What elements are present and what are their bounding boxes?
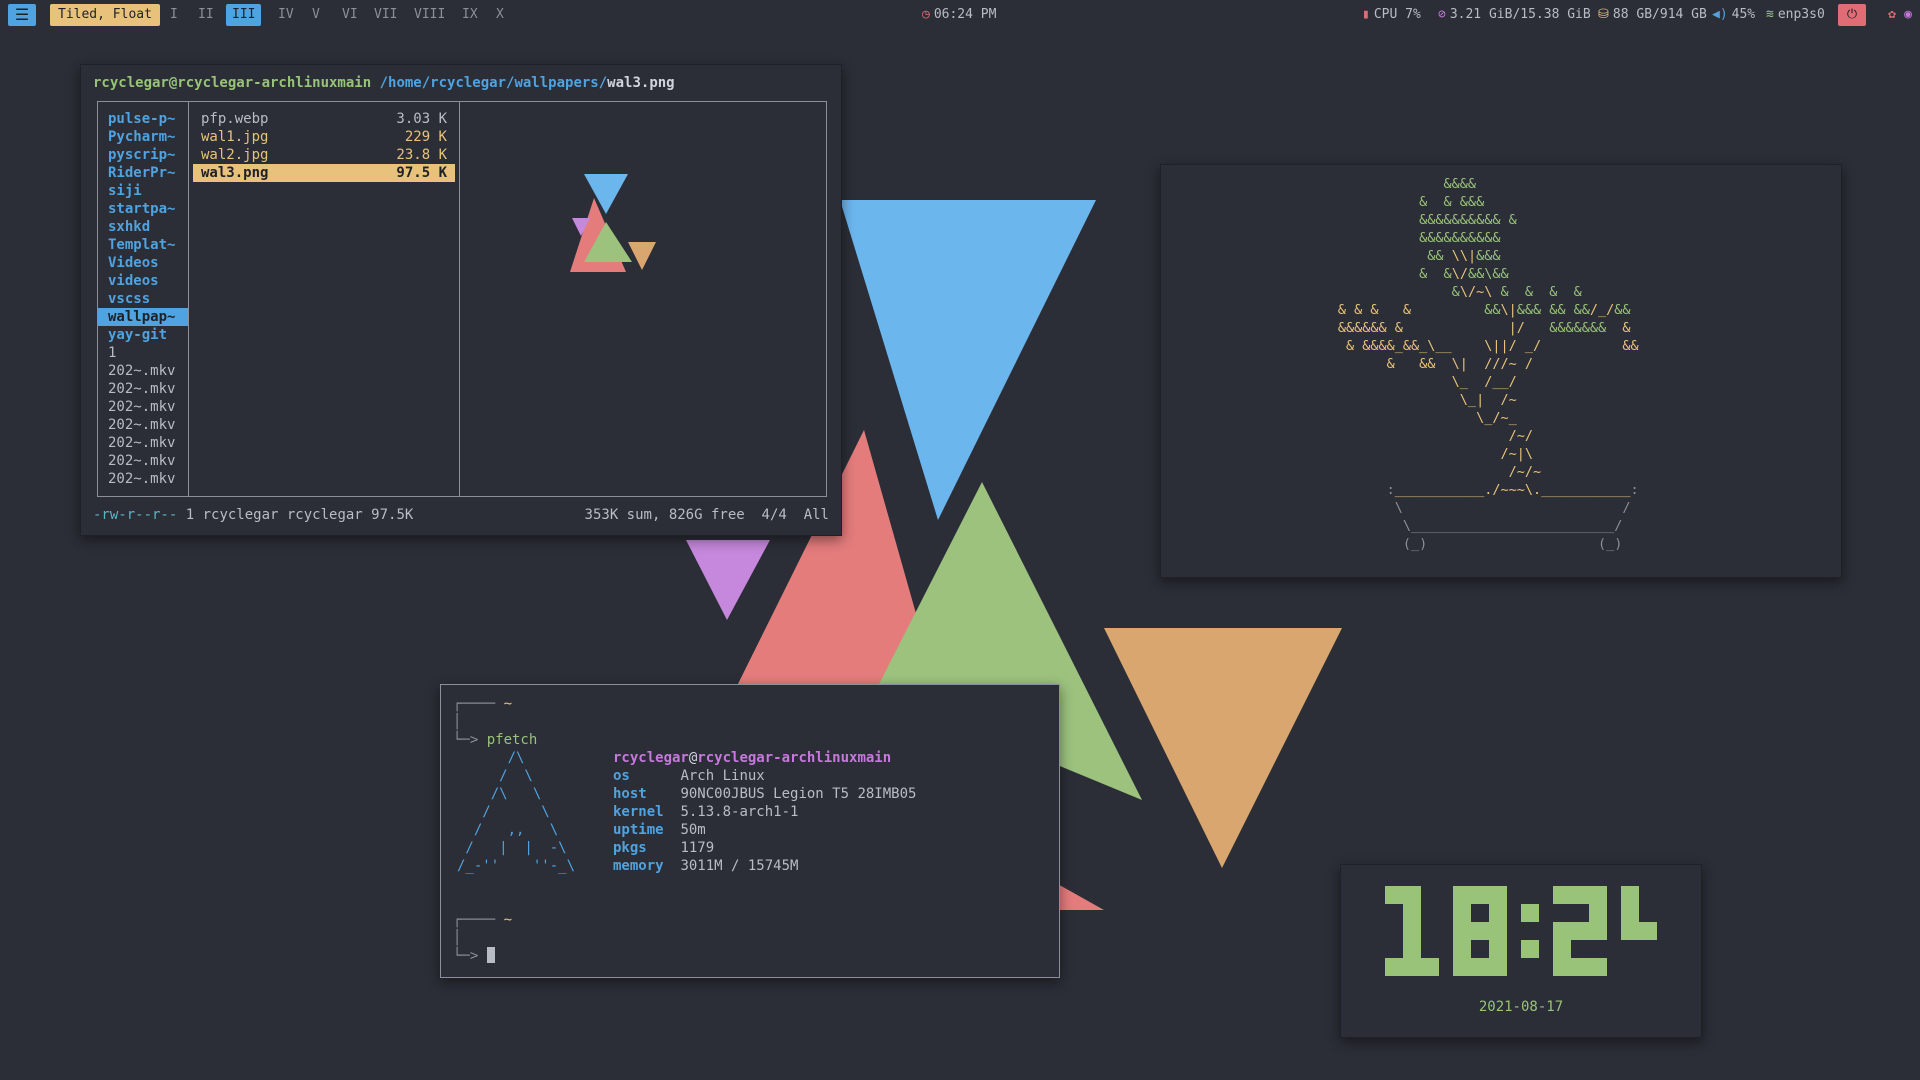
workspace-10[interactable]: X — [490, 4, 510, 26]
file-manager-window[interactable]: rcyclegar@rcyclegar-archlinuxmain /home/… — [80, 64, 842, 536]
parent-list-item[interactable]: pyscrip~ — [98, 146, 188, 164]
prompt-bottom[interactable]: ┌──── ~ │ └─> — [453, 911, 512, 965]
parent-list-item[interactable]: pulse-p~ — [98, 110, 188, 128]
memory-usage: 3.21 GiB/15.38 GiB — [1449, 7, 1591, 22]
file-permissions: -rw-r--r-- — [93, 507, 178, 523]
disk-usage: 88 GB/914 GB — [1612, 7, 1707, 22]
triangle-purple — [686, 540, 770, 620]
parent-list-item[interactable]: 202~.mkv — [98, 470, 188, 488]
cpu-module: ▮ CPU 7% — [1362, 4, 1421, 26]
parent-list-item[interactable]: 202~.mkv — [98, 434, 188, 452]
parent-list-item[interactable]: 202~.mkv — [98, 416, 188, 434]
clock-time — [1341, 883, 1701, 983]
cpu-icon: ▮ — [1362, 7, 1370, 22]
memory-module: ⊘ 3.21 GiB/15.38 GiB — [1438, 4, 1591, 26]
network-interface: enp3s0 — [1777, 7, 1825, 22]
triangle-blue — [840, 200, 1096, 520]
volume-module[interactable]: ◀) 45% — [1712, 4, 1755, 26]
bar-clock[interactable]: ◷ 06:24 PM — [922, 4, 996, 26]
parent-list-item[interactable]: startpa~ — [98, 200, 188, 218]
workspace-1[interactable]: I — [164, 4, 184, 26]
file-position: 4/4 — [761, 507, 787, 523]
bar-time: 06:24 PM — [933, 7, 997, 22]
clock-widget: 2021-08-17 — [1340, 864, 1702, 1038]
tray-app-icon[interactable]: ✿ — [1888, 4, 1896, 26]
clock-icon: ◷ — [922, 7, 930, 22]
parent-list-item[interactable]: videos — [98, 272, 188, 290]
parent-list-item[interactable]: Pycharm~ — [98, 128, 188, 146]
workspace-4[interactable]: IV — [272, 4, 300, 26]
image-preview — [460, 102, 826, 496]
triangle-orange — [1104, 628, 1342, 868]
terminal-window[interactable]: ┌──── ~ │ └─> pfetch /\ / \ /\ \ / \ / ,… — [440, 684, 1060, 978]
disk-icon: ⛁ — [1598, 7, 1609, 22]
current-path: /home/rcyclegar/wallpapers/ — [379, 75, 608, 91]
disk-summary: 353K sum, 826G free — [584, 507, 745, 523]
volume-icon: ◀) — [1712, 7, 1728, 22]
file-row-selected[interactable]: wal3.png 97.5 K — [193, 164, 455, 182]
discord-icon[interactable]: ◉ — [1904, 4, 1912, 26]
clock-digit — [1553, 886, 1607, 976]
command-text: pfetch — [486, 732, 538, 748]
parent-list-item[interactable]: 202~.mkv — [98, 452, 188, 470]
file-owner-info: 1 rcyclegar rcyclegar 97.5K — [185, 507, 414, 523]
parent-list-item[interactable]: vscss — [98, 290, 188, 308]
workspace-9[interactable]: IX — [456, 4, 484, 26]
parent-list-item[interactable]: 202~.mkv — [98, 362, 188, 380]
workspace-7[interactable]: VII — [368, 4, 403, 26]
wallpaper-preview-thumbnail — [570, 174, 656, 272]
parent-list-item[interactable]: Templat~ — [98, 236, 188, 254]
clock-digit — [1453, 886, 1507, 976]
parent-list-item[interactable]: siji — [98, 182, 188, 200]
parent-list-item[interactable]: Videos — [98, 254, 188, 272]
volume-level: 45% — [1731, 7, 1756, 22]
file-list[interactable]: pfp.webp 3.03 K wal1.jpg 229 K wal2.jpg 23.… — [189, 102, 460, 496]
file-manager-status: -rw-r--r-- 1 rcyclegar rcyclegar 97.5K 3… — [93, 507, 829, 523]
cpu-usage: CPU 7% — [1373, 7, 1421, 22]
pfetch-info: rcyclegar@rcyclegar-archlinuxmain os Arc… — [613, 750, 917, 874]
file-row[interactable]: wal1.jpg 229 K — [193, 128, 455, 146]
prompt-top: ┌──── ~ │ └─> pfetch — [453, 696, 538, 748]
parent-list-item[interactable]: 202~.mkv — [98, 380, 188, 398]
wifi-icon: ≋ — [1766, 7, 1774, 22]
power-icon[interactable]: ⏻ — [1838, 4, 1866, 26]
disk-module: ⛁ 88 GB/914 GB — [1598, 4, 1707, 26]
arch-logo-ascii: /\ / \ /\ \ / \ / ,, \ / | | -\ /_-'' ''… — [457, 750, 576, 874]
user-host: rcyclegar@rcyclegar-archlinuxmain — [93, 75, 372, 91]
memory-icon: ⊘ — [1438, 7, 1446, 22]
clock-digit — [1621, 886, 1675, 976]
parent-list-item[interactable]: 1 — [98, 344, 188, 362]
current-file: wal3.png — [607, 75, 675, 91]
file-columns: pulse-p~ Pycharm~ pyscrip~ RiderPr~ siji star… — [97, 101, 827, 497]
bonsai-window[interactable]: &&&& & & &&& &&&&&&&&&& & &&&&&&&&&& && … — [1160, 164, 1842, 578]
parent-list-item[interactable]: RiderPr~ — [98, 164, 188, 182]
clock-colon — [1521, 904, 1539, 958]
menu-icon[interactable]: ☰ — [8, 4, 36, 26]
workspace-3[interactable]: III — [226, 4, 262, 26]
workspace-6[interactable]: VI — [336, 4, 364, 26]
file-row[interactable]: wal2.jpg 23.8 K — [193, 146, 455, 164]
parent-list-item[interactable]: wallpap~ — [98, 308, 188, 326]
bonsai-ascii-art: &&&& & & &&& &&&&&&&&&& & &&&&&&&&&& && … — [1281, 176, 1639, 552]
file-manager-title: rcyclegar@rcyclegar-archlinuxmain /home/… — [93, 75, 675, 91]
parent-list-item[interactable]: sxhkd — [98, 218, 188, 236]
clock-date: 2021-08-17 — [1478, 999, 1564, 1015]
workspace-8[interactable]: VIII — [408, 4, 451, 26]
clock-digit — [1385, 886, 1439, 976]
workspace-2[interactable]: II — [192, 4, 220, 26]
scroll-scope: All — [803, 507, 829, 523]
parent-directory-list[interactable]: pulse-p~ Pycharm~ pyscrip~ RiderPr~ siji star… — [98, 102, 189, 496]
file-row[interactable]: pfp.webp 3.03 K — [193, 110, 455, 128]
terminal-cursor — [486, 947, 495, 963]
workspace-5[interactable]: V — [306, 4, 326, 26]
layout-indicator[interactable]: Tiled, Float — [50, 4, 160, 26]
parent-list-item[interactable]: yay-git — [98, 326, 188, 344]
top-bar: ☰ Tiled, Float I II III IV V VI VII VIII… — [0, 0, 1920, 30]
network-module[interactable]: ≋ enp3s0 — [1766, 4, 1825, 26]
parent-list-item[interactable]: 202~.mkv — [98, 398, 188, 416]
